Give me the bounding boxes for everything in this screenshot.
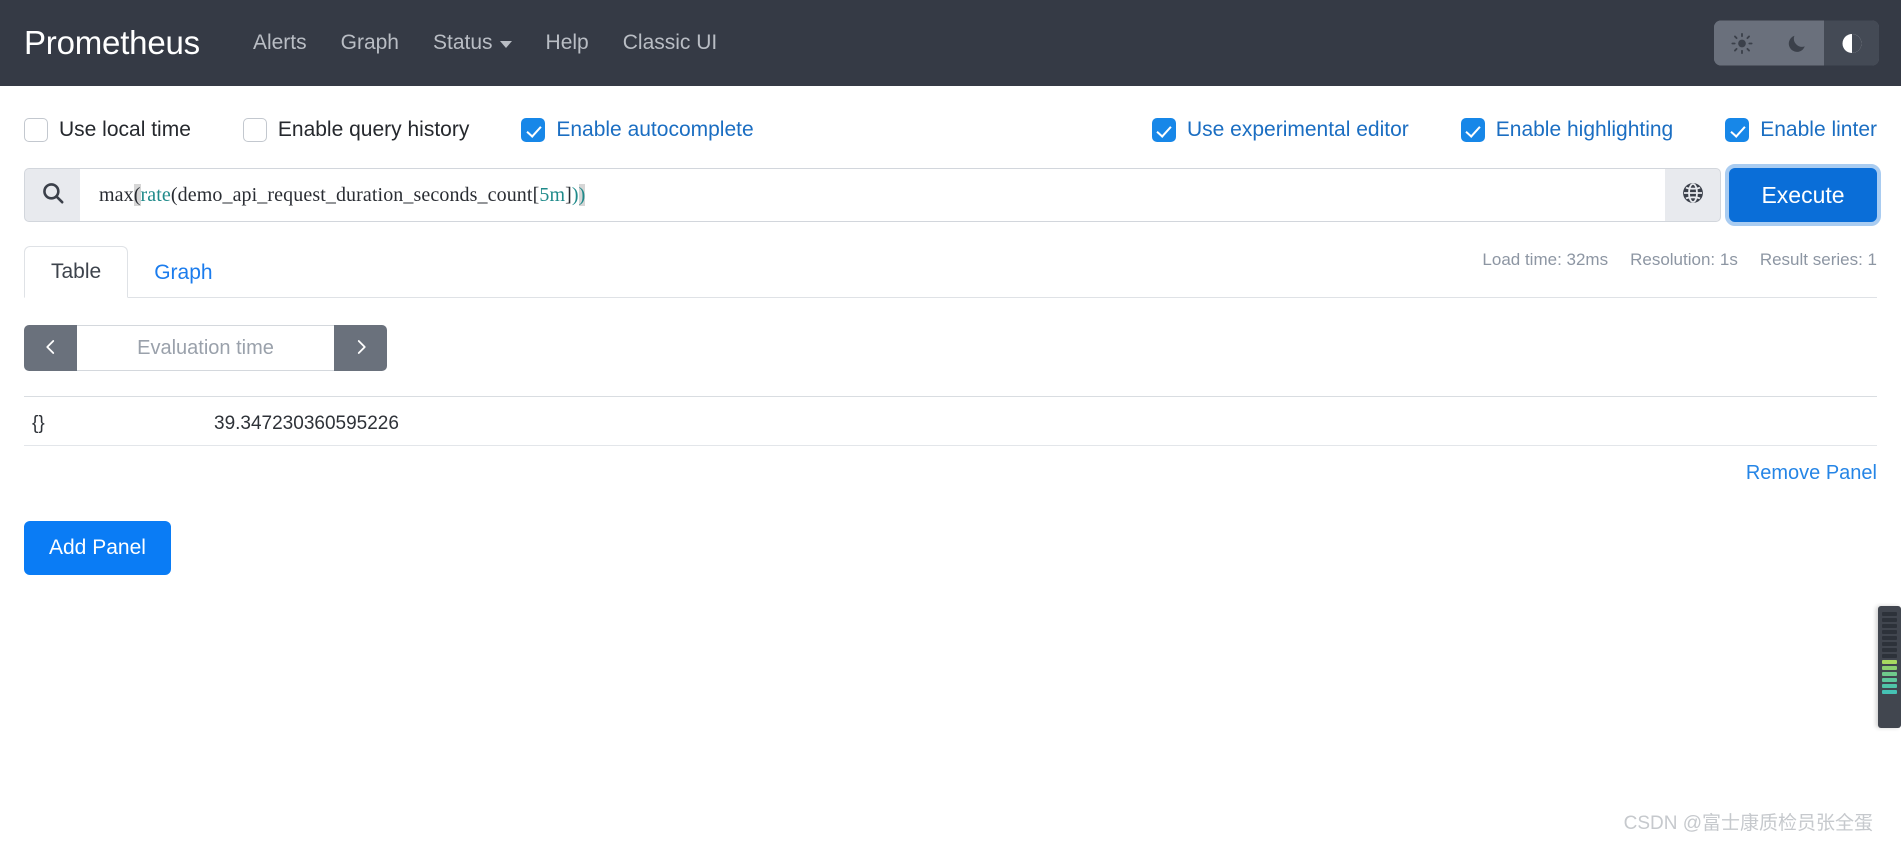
brand-logo[interactable]: Prometheus [24, 24, 200, 62]
use-experimental-editor-checkbox[interactable] [1151, 118, 1176, 142]
side-scroll-widget[interactable] [1878, 606, 1901, 728]
theme-light-button[interactable] [1714, 20, 1769, 66]
nav-link-status-label: Status [433, 31, 493, 54]
enable-autocomplete-label: Enable autocomplete [556, 118, 754, 141]
table-row[interactable]: {} 39.347230360595226 [24, 397, 1877, 445]
side-widget-segment [1882, 636, 1897, 640]
half-circle-icon [1840, 31, 1864, 55]
add-panel-button[interactable]: Add Panel [24, 521, 171, 575]
navbar: Prometheus Alerts Graph Status Help Clas… [0, 0, 1901, 86]
sun-icon [1730, 32, 1753, 54]
chevron-left-icon [42, 338, 60, 359]
load-time-text: Load time: 32ms [1482, 250, 1609, 269]
nav-link-classic-ui[interactable]: Classic UI [606, 25, 735, 61]
option-enable-query-history[interactable]: Enable query history [242, 118, 470, 142]
token-bracket-close: ] [565, 183, 572, 206]
token-metric: demo_api_request_duration_seconds_count [177, 183, 533, 206]
execute-button[interactable]: Execute [1729, 168, 1877, 222]
token-fn-inner: rate [140, 183, 171, 206]
nav-link-graph[interactable]: Graph [324, 25, 416, 61]
token-paren-open-inner: ( [170, 183, 178, 206]
side-widget-segment [1882, 690, 1897, 694]
globe-icon [1681, 181, 1705, 210]
nav-link-graph-label: Graph [340, 31, 399, 54]
theme-dark-button[interactable] [1769, 20, 1824, 66]
side-widget-segment [1882, 648, 1897, 652]
moon-icon [1786, 32, 1808, 54]
option-enable-linter[interactable]: Enable linter [1725, 118, 1877, 142]
enable-autocomplete-checkbox[interactable] [521, 118, 546, 142]
enable-linter-checkbox[interactable] [1725, 118, 1750, 142]
evaluation-time-next-button[interactable] [334, 325, 387, 371]
side-widget-segment [1882, 624, 1897, 628]
search-icon [40, 180, 66, 211]
use-experimental-editor-label: Use experimental editor [1186, 118, 1409, 141]
query-bar: max(rate(demo_api_request_duration_secon… [24, 164, 1881, 226]
query-panel: Load time: 32ms Resolution: 1s Result se… [24, 244, 1877, 485]
metrics-explorer-button[interactable] [1665, 168, 1721, 222]
use-local-time-checkbox[interactable] [24, 118, 48, 142]
result-table: {} 39.347230360595226 [24, 396, 1877, 446]
token-fn-outer: max [99, 183, 134, 206]
remove-panel-link[interactable]: Remove Panel [24, 462, 1877, 485]
nav-link-alerts[interactable]: Alerts [236, 25, 324, 61]
enable-highlighting-checkbox[interactable] [1460, 118, 1485, 142]
enable-linter-label: Enable linter [1760, 118, 1877, 141]
result-series-text: Result series: 1 [1759, 250, 1877, 269]
side-widget-segment [1882, 672, 1897, 676]
side-widget-segment [1882, 666, 1897, 670]
side-widget-segment [1882, 654, 1897, 658]
option-use-experimental-editor[interactable]: Use experimental editor [1151, 118, 1409, 142]
chevron-down-icon [499, 41, 512, 48]
nav-links: Alerts Graph Status Help Classic UI [236, 25, 734, 61]
side-widget-segment [1882, 684, 1897, 688]
enable-highlighting-label: Enable highlighting [1495, 118, 1674, 141]
token-paren-close-outer: ) [578, 183, 586, 206]
evaluation-time-input[interactable]: Evaluation time [77, 325, 334, 371]
side-widget-segment [1882, 660, 1897, 664]
query-meta: Load time: 32ms Resolution: 1s Result se… [1482, 250, 1877, 270]
option-use-local-time[interactable]: Use local time [24, 118, 191, 142]
option-enable-autocomplete[interactable]: Enable autocomplete [521, 118, 754, 142]
nav-link-help[interactable]: Help [529, 25, 606, 61]
tab-table[interactable]: Table [24, 246, 129, 298]
token-paren-close-inner: ) [571, 183, 579, 206]
nav-link-classic-ui-label: Classic UI [622, 31, 718, 54]
side-widget-segment [1882, 612, 1897, 616]
token-paren-open-outer: ( [133, 183, 141, 206]
result-value-cell: 39.347230360595226 [214, 413, 399, 434]
side-widget-segment [1882, 678, 1897, 682]
option-enable-highlighting[interactable]: Enable highlighting [1460, 118, 1674, 142]
options-row: Use local time Enable query history Enab… [0, 86, 1901, 148]
query-expression-input[interactable]: max(rate(demo_api_request_duration_secon… [80, 168, 1665, 222]
theme-toggle-group [1714, 20, 1879, 66]
evaluation-time-prev-button[interactable] [24, 325, 77, 371]
use-local-time-label: Use local time [59, 118, 191, 141]
search-icon-box [24, 168, 80, 222]
nav-link-help-label: Help [545, 31, 589, 54]
result-labels-cell: {} [32, 413, 45, 434]
resolution-text: Resolution: 1s [1630, 250, 1738, 269]
side-widget-segment [1882, 618, 1897, 622]
theme-auto-button[interactable] [1824, 20, 1879, 66]
enable-query-history-checkbox[interactable] [242, 118, 267, 142]
watermark-text: CSDN @富士康质检员张全蛋 [1623, 813, 1873, 834]
chevron-right-icon [352, 338, 370, 359]
side-widget-segment [1882, 630, 1897, 634]
enable-query-history-label: Enable query history [277, 118, 470, 141]
token-duration: 5m [539, 183, 566, 206]
side-widget-segment [1882, 642, 1897, 646]
query-expression-text: max(rate(demo_api_request_duration_secon… [99, 183, 586, 207]
execute-button-wrap: Execute [1725, 164, 1881, 226]
nav-link-status[interactable]: Status [416, 25, 529, 61]
tab-graph[interactable]: Graph [128, 248, 238, 298]
evaluation-time-group: Evaluation time [24, 325, 387, 371]
nav-link-alerts-label: Alerts [252, 31, 307, 54]
